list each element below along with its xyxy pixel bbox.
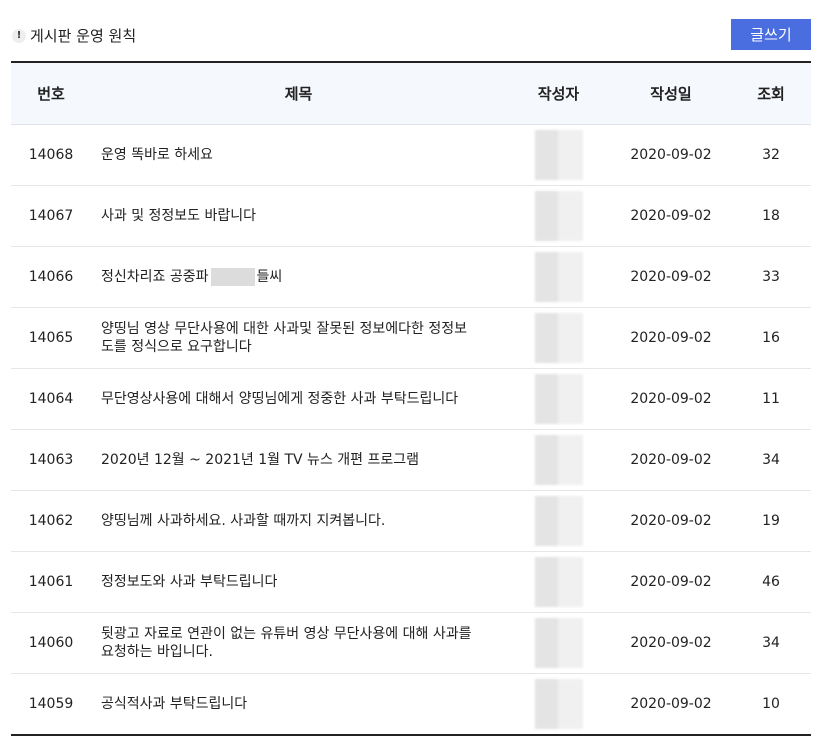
- board-page: ! 게시판 운영 원칙 글쓰기 번호 제목 작성자 작성일 조회 14068 운…: [0, 0, 824, 741]
- post-title-link[interactable]: 정신차리죠 공중파 들씨: [101, 267, 283, 286]
- post-title-part-before: 정신차리죠 공중파: [101, 268, 209, 285]
- post-title-cell[interactable]: 공식적사과 부탁드립니다: [91, 673, 506, 735]
- post-views: 18: [731, 185, 811, 247]
- post-number: 14062: [11, 490, 91, 552]
- post-title-link[interactable]: 사과 및 정정보도 바랍니다: [101, 208, 256, 224]
- post-title-link[interactable]: 양띵님께 사과하세요. 사과할 때까지 지켜봅니다.: [101, 513, 385, 529]
- post-views: 10: [762, 695, 780, 712]
- column-header-title: 제목: [91, 62, 506, 125]
- post-list-header: 번호 제목 작성자 작성일 조회: [11, 62, 811, 125]
- post-number: 14061: [11, 551, 91, 613]
- redacted-text: [210, 267, 255, 286]
- column-header-views: 조회: [731, 62, 811, 125]
- post-title-part-after: 들씨: [256, 268, 283, 285]
- post-views: 16: [731, 307, 811, 369]
- table-row[interactable]: 14059 공식적사과 부탁드립니다 2020-09-02 10: [11, 673, 811, 735]
- post-title-cell[interactable]: 무단영상사용에 대해서 양띵님에게 정중한 사과 부탁드립니다: [91, 368, 506, 430]
- redacted-author: [534, 251, 583, 302]
- table-row[interactable]: 14062 양띵님께 사과하세요. 사과할 때까지 지켜봅니다. 2020-09…: [11, 490, 811, 552]
- post-date: 2020-09-02: [611, 307, 731, 369]
- post-number: 14065: [11, 307, 91, 369]
- post-views: 19: [731, 490, 811, 552]
- post-date: 2020-09-02: [630, 695, 712, 712]
- post-date: 2020-09-02: [611, 551, 731, 613]
- table-row[interactable]: 14063 2020년 12월 ~ 2021년 1월 TV 뉴스 개편 프로그램…: [11, 429, 811, 491]
- post-date: 2020-09-02: [611, 490, 731, 552]
- post-views: 32: [731, 124, 811, 186]
- post-date: 2020-09-02: [611, 368, 731, 430]
- post-author: [506, 246, 611, 308]
- post-author: [506, 307, 611, 369]
- post-date: 2020-09-02: [611, 612, 731, 674]
- post-views: 34: [731, 612, 811, 674]
- post-title-cell[interactable]: 정정보도와 사과 부탁드립니다: [91, 551, 506, 613]
- post-title-cell[interactable]: 양띵님 영상 무단사용에 대한 사과및 잘못된 정보에다한 정정보도를 정식으로…: [91, 307, 506, 369]
- post-date: 2020-09-02: [611, 185, 731, 247]
- post-list-table: 번호 제목 작성자 작성일 조회 14068 운영 똑바로 하세요 2020-0…: [11, 61, 811, 736]
- redacted-author: [534, 556, 583, 607]
- post-author: [506, 185, 611, 247]
- post-number: 14063: [11, 429, 91, 491]
- post-title-cell[interactable]: 정신차리죠 공중파 들씨: [91, 246, 506, 308]
- post-date: 2020-09-02: [611, 246, 731, 308]
- post-author: [506, 551, 611, 613]
- post-title-cell[interactable]: 뒷광고 자료로 연관이 없는 유튜버 영상 무단사용에 대해 사과를 요청하는 …: [91, 612, 506, 674]
- table-row[interactable]: 14064 무단영상사용에 대해서 양띵님에게 정중한 사과 부탁드립니다 20…: [11, 368, 811, 430]
- redacted-author: [534, 373, 583, 424]
- post-title-link[interactable]: 운영 똑바로 하세요: [101, 147, 213, 163]
- redacted-author: [534, 617, 583, 668]
- board-toolbar: ! 게시판 운영 원칙 글쓰기: [0, 0, 824, 61]
- redacted-author: [534, 129, 583, 180]
- table-row[interactable]: 14060 뒷광고 자료로 연관이 없는 유튜버 영상 무단사용에 대해 사과를…: [11, 612, 811, 674]
- post-number: 14060: [11, 612, 91, 674]
- post-title-cell[interactable]: 운영 똑바로 하세요: [91, 124, 506, 186]
- post-views: 34: [731, 429, 811, 491]
- post-title-link[interactable]: 무단영상사용에 대해서 양띵님에게 정중한 사과 부탁드립니다: [101, 391, 458, 407]
- post-views: 46: [731, 551, 811, 613]
- redacted-author: [534, 434, 583, 485]
- table-row[interactable]: 14065 양띵님 영상 무단사용에 대한 사과및 잘못된 정보에다한 정정보도…: [11, 307, 811, 369]
- post-title-link[interactable]: 양띵님 영상 무단사용에 대한 사과및 잘못된 정보에다한 정정보도를 정식으로…: [101, 321, 467, 355]
- post-number: 14067: [11, 185, 91, 247]
- post-author: [506, 368, 611, 430]
- column-header-author: 작성자: [506, 62, 611, 125]
- post-number: 14068: [11, 124, 91, 186]
- post-author: [506, 612, 611, 674]
- header-row: 번호 제목 작성자 작성일 조회: [11, 62, 811, 125]
- table-row[interactable]: 14066 정신차리죠 공중파 들씨 2020-09-02 33: [11, 246, 811, 308]
- post-author: [506, 673, 611, 735]
- redacted-author: [534, 190, 583, 241]
- post-title-link[interactable]: 공식적사과 부탁드립니다: [101, 696, 247, 712]
- post-title-link[interactable]: 뒷광고 자료로 연관이 없는 유튜버 영상 무단사용에 대해 사과를 요청하는 …: [101, 626, 471, 660]
- table-row[interactable]: 14061 정정보도와 사과 부탁드립니다 2020-09-02 46: [11, 551, 811, 613]
- redacted-author: [534, 678, 583, 729]
- redacted-author: [534, 312, 583, 363]
- column-header-num: 번호: [11, 62, 91, 125]
- column-header-date: 작성일: [611, 62, 731, 125]
- post-author: [506, 429, 611, 491]
- board-rules-link[interactable]: ! 게시판 운영 원칙: [12, 25, 136, 46]
- post-list-body: 14068 운영 똑바로 하세요 2020-09-02 32 14067 사과 …: [11, 124, 811, 735]
- post-date: 2020-09-02: [611, 124, 731, 186]
- table-row[interactable]: 14068 운영 똑바로 하세요 2020-09-02 32: [11, 124, 811, 186]
- post-number: 14064: [11, 368, 91, 430]
- post-number: 14066: [11, 246, 91, 308]
- post-views: 33: [731, 246, 811, 308]
- post-title-link[interactable]: 정정보도와 사과 부탁드립니다: [101, 574, 277, 590]
- info-icon: !: [12, 28, 26, 43]
- post-title-cell[interactable]: 사과 및 정정보도 바랍니다: [91, 185, 506, 247]
- post-views: 11: [731, 368, 811, 430]
- board-rules-label: 게시판 운영 원칙: [30, 27, 137, 45]
- post-date: 2020-09-02: [611, 429, 731, 491]
- post-author: [506, 490, 611, 552]
- post-author: [506, 124, 611, 186]
- post-number: 14059: [28, 695, 74, 712]
- write-post-button[interactable]: 글쓰기: [731, 19, 811, 50]
- table-row[interactable]: 14067 사과 및 정정보도 바랍니다 2020-09-02 18: [11, 185, 811, 247]
- post-title-cell[interactable]: 2020년 12월 ~ 2021년 1월 TV 뉴스 개편 프로그램: [91, 429, 506, 491]
- post-title-link[interactable]: 2020년 12월 ~ 2021년 1월 TV 뉴스 개편 프로그램: [101, 452, 419, 468]
- post-title-cell[interactable]: 양띵님께 사과하세요. 사과할 때까지 지켜봅니다.: [91, 490, 506, 552]
- redacted-author: [534, 495, 583, 546]
